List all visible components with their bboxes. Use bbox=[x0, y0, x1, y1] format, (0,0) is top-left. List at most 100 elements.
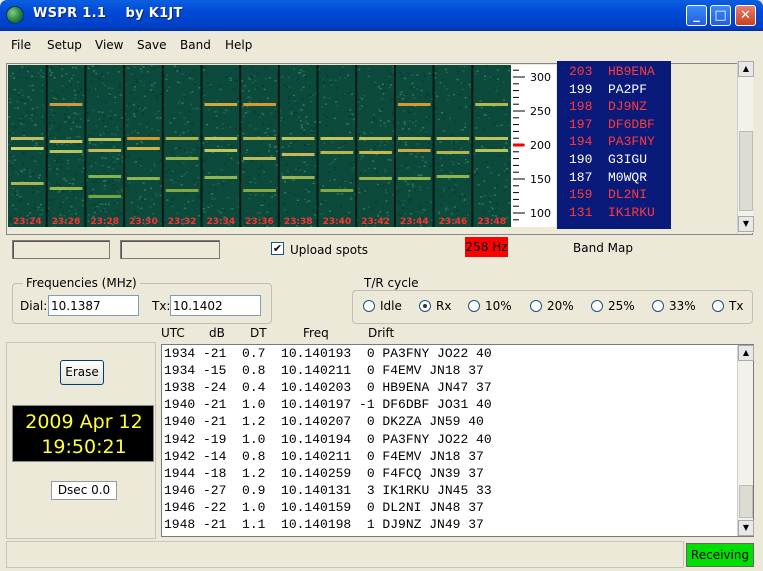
noise-speck bbox=[187, 121, 189, 123]
menu-help[interactable]: Help bbox=[225, 38, 252, 52]
noise-speck bbox=[296, 199, 299, 201]
noise-speck bbox=[195, 184, 198, 186]
signal-trace bbox=[49, 187, 83, 190]
scroll-down-icon[interactable]: ▼ bbox=[738, 216, 754, 232]
tr-radio-rx[interactable] bbox=[419, 300, 431, 312]
noise-speck bbox=[38, 176, 40, 179]
noise-speck bbox=[50, 109, 53, 111]
log-row[interactable]: 1942 -14 0.8 10.140211 0 F4EMV JN18 37 bbox=[164, 449, 484, 465]
log-scroll-up-icon[interactable]: ▲ bbox=[738, 345, 754, 361]
band-map-entry[interactable]: 203 HB9ENA bbox=[569, 64, 655, 79]
noise-speck bbox=[452, 163, 455, 166]
minimize-button[interactable]: _ bbox=[686, 5, 707, 26]
signal-trace bbox=[243, 137, 276, 140]
noise-speck bbox=[489, 201, 492, 203]
log-row[interactable]: 1934 -21 0.7 10.140193 0 PA3FNY JO22 40 bbox=[164, 346, 492, 362]
noise-speck bbox=[177, 81, 179, 83]
band-map-entry[interactable]: 198 DJ9NZ bbox=[569, 99, 647, 114]
noise-speck bbox=[493, 187, 496, 189]
scroll-thumb[interactable] bbox=[739, 131, 753, 211]
log-row[interactable]: 1948 -21 1.1 10.140198 1 DJ9NZ JN49 37 bbox=[164, 517, 484, 533]
log-row[interactable]: 1940 -21 1.0 10.140197 -1 DF6DBF JO31 40 bbox=[164, 397, 492, 413]
band-map-entry[interactable]: 197 DF6DBF bbox=[569, 117, 655, 132]
noise-speck bbox=[182, 162, 185, 164]
noise-speck bbox=[184, 96, 187, 99]
tr-radio-10pct[interactable] bbox=[468, 300, 480, 312]
noise-speck bbox=[380, 141, 383, 143]
log-row[interactable]: 1946 -27 0.9 10.140131 3 IK1RKU JN45 33 bbox=[164, 483, 492, 499]
noise-speck bbox=[310, 127, 313, 129]
noise-speck bbox=[413, 86, 416, 88]
tr-radio-33pct[interactable] bbox=[652, 300, 664, 312]
tr-radio-25pct[interactable] bbox=[591, 300, 603, 312]
band-map-entry[interactable]: 190 G3IGU bbox=[569, 152, 647, 167]
log-row[interactable]: 1934 -15 0.8 10.140211 0 F4EMV JN18 37 bbox=[164, 363, 484, 379]
band-map-entry[interactable]: 199 PA2PF bbox=[569, 82, 647, 97]
noise-speck bbox=[217, 182, 220, 185]
dial-frequency-input[interactable] bbox=[48, 295, 139, 316]
signal-trace bbox=[320, 151, 354, 154]
noise-speck bbox=[314, 121, 317, 123]
tr-radio-tx[interactable] bbox=[712, 300, 724, 312]
receiving-status: Receiving bbox=[686, 543, 754, 567]
menu-save[interactable]: Save bbox=[137, 38, 166, 52]
band-map-entry[interactable]: 187 M0WQR bbox=[569, 170, 647, 185]
noise-speck bbox=[104, 157, 107, 159]
noise-speck bbox=[202, 114, 205, 116]
noise-speck bbox=[248, 78, 251, 80]
band-map-entry[interactable]: 159 DL2NI bbox=[569, 187, 647, 202]
noise-speck bbox=[34, 123, 37, 126]
noise-speck bbox=[146, 71, 149, 73]
log-row[interactable]: 1944 -18 1.2 10.140259 0 F4FCQ JN39 37 bbox=[164, 466, 484, 482]
noise-speck bbox=[451, 160, 454, 163]
noise-speck bbox=[284, 84, 286, 86]
band-map-entry[interactable]: 131 IK1RKU bbox=[569, 205, 655, 220]
noise-speck bbox=[159, 159, 162, 162]
noise-speck bbox=[302, 104, 305, 106]
noise-speck bbox=[164, 89, 167, 91]
noise-speck bbox=[80, 118, 82, 120]
dsec-display[interactable]: Dsec 0.0 bbox=[51, 481, 117, 500]
noise-speck bbox=[454, 120, 457, 123]
upload-spots-checkbox[interactable]: ✔ bbox=[271, 242, 284, 255]
noise-speck bbox=[285, 163, 288, 166]
noise-speck bbox=[490, 172, 493, 174]
menu-band[interactable]: Band bbox=[180, 38, 211, 52]
log-row[interactable]: 1940 -21 1.2 10.140207 0 DK2ZA JN59 40 bbox=[164, 414, 484, 430]
tr-radio-idle[interactable] bbox=[363, 300, 375, 312]
noise-speck bbox=[344, 77, 347, 79]
log-scroll-thumb[interactable] bbox=[739, 485, 753, 518]
band-map-scrollbar[interactable]: ▲ ▼ bbox=[737, 61, 754, 233]
signal-trace bbox=[475, 137, 508, 140]
log-scroll-down-icon[interactable]: ▼ bbox=[738, 520, 754, 536]
band-map-list[interactable]: 203 HB9ENA 199 PA2PF 198 DJ9NZ 197 DF6DBF 19… bbox=[557, 61, 671, 229]
noise-speck bbox=[410, 86, 413, 89]
noise-speck bbox=[235, 67, 238, 70]
scroll-up-icon[interactable]: ▲ bbox=[738, 61, 754, 77]
menu-view[interactable]: View bbox=[95, 38, 123, 52]
noise-speck bbox=[183, 117, 186, 119]
tx-frequency-input[interactable] bbox=[170, 295, 261, 316]
erase-button[interactable]: Erase bbox=[60, 360, 104, 385]
log-row[interactable]: 1946 -22 1.0 10.140159 0 DL2NI JN48 37 bbox=[164, 500, 484, 516]
signal-trace bbox=[88, 175, 122, 178]
menu-file[interactable]: File bbox=[11, 38, 31, 52]
maximize-button[interactable]: □ bbox=[710, 5, 731, 26]
noise-speck bbox=[297, 203, 300, 205]
close-button[interactable]: ✕ bbox=[735, 5, 756, 26]
band-map-entry[interactable]: 194 PA3FNY bbox=[569, 134, 655, 149]
menu-setup[interactable]: Setup bbox=[47, 38, 82, 52]
waterfall-display[interactable]: 23:24 23:26 23:28 23:30 23:32 23:34 23:36 23:38… bbox=[8, 65, 511, 227]
log-row[interactable]: 1942 -19 1.0 10.140194 0 PA3FNY JO22 40 bbox=[164, 432, 492, 448]
app-globe-icon[interactable] bbox=[6, 6, 24, 24]
erase-button-label: Erase bbox=[65, 365, 99, 379]
signal-trace bbox=[436, 137, 470, 140]
noise-speck bbox=[333, 166, 336, 168]
tr-radio-20pct[interactable] bbox=[530, 300, 542, 312]
log-scrollbar[interactable]: ▲ ▼ bbox=[737, 345, 754, 536]
noise-speck bbox=[459, 196, 462, 198]
noise-speck bbox=[274, 80, 277, 82]
noise-speck bbox=[447, 208, 450, 211]
noise-speck bbox=[135, 110, 138, 113]
log-row[interactable]: 1938 -24 0.4 10.140203 0 HB9ENA JN47 37 bbox=[164, 380, 492, 396]
